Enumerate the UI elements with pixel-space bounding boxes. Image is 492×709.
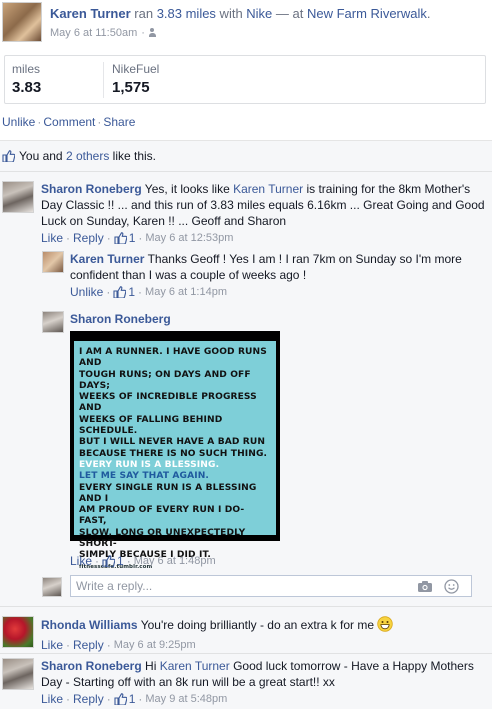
comment-author-link[interactable]: Sharon Roneberg xyxy=(41,659,142,673)
stat-value: 3.83 xyxy=(12,79,42,96)
post-headline: Karen Turner ran 3.83 miles with Nike — … xyxy=(50,6,431,21)
like-count[interactable]: 1 xyxy=(102,554,124,568)
reply-timestamp[interactable]: May 6 at 1:14pm xyxy=(145,284,227,300)
divider xyxy=(0,606,492,607)
comment-timestamp[interactable]: May 6 at 12:53pm xyxy=(145,230,233,246)
app-link[interactable]: Nike xyxy=(246,6,272,21)
run-stats-box: miles 3.83 NikeFuel 1,575 xyxy=(4,55,486,104)
camera-icon[interactable] xyxy=(417,580,433,596)
post-meta: May 6 at 11:50am · xyxy=(50,27,161,39)
reply-timestamp[interactable]: May 6 at 1:48pm xyxy=(134,555,216,567)
reply-author-link[interactable]: Sharon Roneberg xyxy=(70,312,171,326)
comment-actions: Like · Reply · May 6 at 9:25pm xyxy=(41,637,196,653)
thumbs-up-icon xyxy=(114,232,127,244)
distance-link[interactable]: 3.83 miles xyxy=(157,6,216,21)
comment-button[interactable]: Comment xyxy=(43,115,95,129)
reply-author-avatar[interactable] xyxy=(42,251,64,273)
stat-value: 1,575 xyxy=(112,79,150,96)
comment-body: Rhonda Williams You're doing brilliantly… xyxy=(41,616,489,653)
thumbs-up-icon xyxy=(2,150,15,162)
reply-actions: Like · 1 · May 6 at 1:48pm xyxy=(70,554,216,568)
like-button[interactable]: Like xyxy=(41,230,63,246)
reply-author-link[interactable]: Karen Turner xyxy=(70,252,144,266)
grin-emoji-icon xyxy=(377,616,394,636)
divider xyxy=(0,171,492,172)
like-count[interactable]: 1 xyxy=(113,284,135,300)
others-link[interactable]: 2 others xyxy=(66,149,109,163)
post-timestamp[interactable]: May 6 at 11:50am xyxy=(50,27,137,39)
comment-actions: Like · Reply · 1 · May 6 at 12:53pm xyxy=(41,230,234,246)
thumbs-up-icon xyxy=(102,555,116,567)
like-count[interactable]: 1 xyxy=(114,230,135,246)
reply-button[interactable]: Reply xyxy=(73,637,104,653)
stat-miles: miles 3.83 xyxy=(12,62,41,96)
share-button[interactable]: Share xyxy=(103,115,135,129)
stat-divider xyxy=(103,62,104,98)
like-button[interactable]: Like xyxy=(41,637,63,653)
post-header: Karen Turner ran 3.83 miles with Nike — … xyxy=(0,0,492,50)
author-avatar[interactable] xyxy=(2,2,42,42)
composer-avatar xyxy=(42,577,62,597)
reply-input[interactable] xyxy=(71,576,411,596)
comment-timestamp[interactable]: May 9 at 5:48pm xyxy=(145,691,227,707)
reply-body: Sharon Roneberg xyxy=(70,311,480,327)
reply-author-avatar[interactable] xyxy=(42,311,64,333)
comment-body: Sharon Roneberg Yes, it looks like Karen… xyxy=(41,181,489,246)
reply-body: Karen Turner Thanks Geoff ! Yes I am ! I… xyxy=(70,251,480,300)
smiley-icon[interactable] xyxy=(444,579,459,597)
thumbs-up-icon xyxy=(114,693,127,705)
comments-section: You and 2 others like this. Sharon Roneb… xyxy=(0,140,492,709)
thumbs-up-icon xyxy=(113,286,127,298)
post-author-link[interactable]: Karen Turner xyxy=(50,6,131,21)
comment-body: Sharon Roneberg Hi Karen Turner Good luc… xyxy=(41,658,489,707)
likes-summary: You and 2 others like this. xyxy=(2,149,156,163)
stat-label: miles xyxy=(12,62,41,76)
divider xyxy=(0,653,492,654)
like-button[interactable]: Like xyxy=(70,554,92,568)
commenter-avatar[interactable] xyxy=(2,658,34,690)
like-count[interactable]: 1 xyxy=(114,691,135,707)
like-button[interactable]: Like xyxy=(41,691,63,707)
comment-actions: Like · Reply · 1 · May 9 at 5:48pm xyxy=(41,691,228,707)
reply-actions-wrap: Like · 1 · May 6 at 1:48pm xyxy=(70,553,216,568)
reply-photo[interactable]: I AM A RUNNER. I HAVE GOOD RUNS AND TOUG… xyxy=(70,331,280,570)
reply-button[interactable]: Reply xyxy=(73,691,104,707)
stat-label: NikeFuel xyxy=(112,62,160,76)
mention-link[interactable]: Karen Turner xyxy=(160,659,230,673)
poster-text: I AM A RUNNER. I HAVE GOOD RUNS AND TOUG… xyxy=(74,341,276,570)
place-link[interactable]: New Farm Riverwalk xyxy=(307,6,427,21)
commenter-avatar[interactable] xyxy=(2,181,34,213)
reply-button[interactable]: Reply xyxy=(73,230,104,246)
commenter-avatar[interactable] xyxy=(2,616,34,648)
comment-author-link[interactable]: Rhonda Williams xyxy=(41,618,138,632)
post-actions: Unlike · Comment · Share xyxy=(2,115,136,129)
friends-icon[interactable] xyxy=(148,28,161,38)
reply-composer[interactable] xyxy=(70,575,472,597)
mention-link[interactable]: Karen Turner xyxy=(233,182,303,196)
unlike-button[interactable]: Unlike xyxy=(70,284,103,300)
stat-nikefuel: NikeFuel 1,575 xyxy=(112,62,159,96)
comment-timestamp[interactable]: May 6 at 9:25pm xyxy=(114,637,196,653)
unlike-button[interactable]: Unlike xyxy=(2,115,35,129)
reply-actions: Unlike · 1 · May 6 at 1:14pm xyxy=(70,284,227,300)
comment-author-link[interactable]: Sharon Roneberg xyxy=(41,182,142,196)
